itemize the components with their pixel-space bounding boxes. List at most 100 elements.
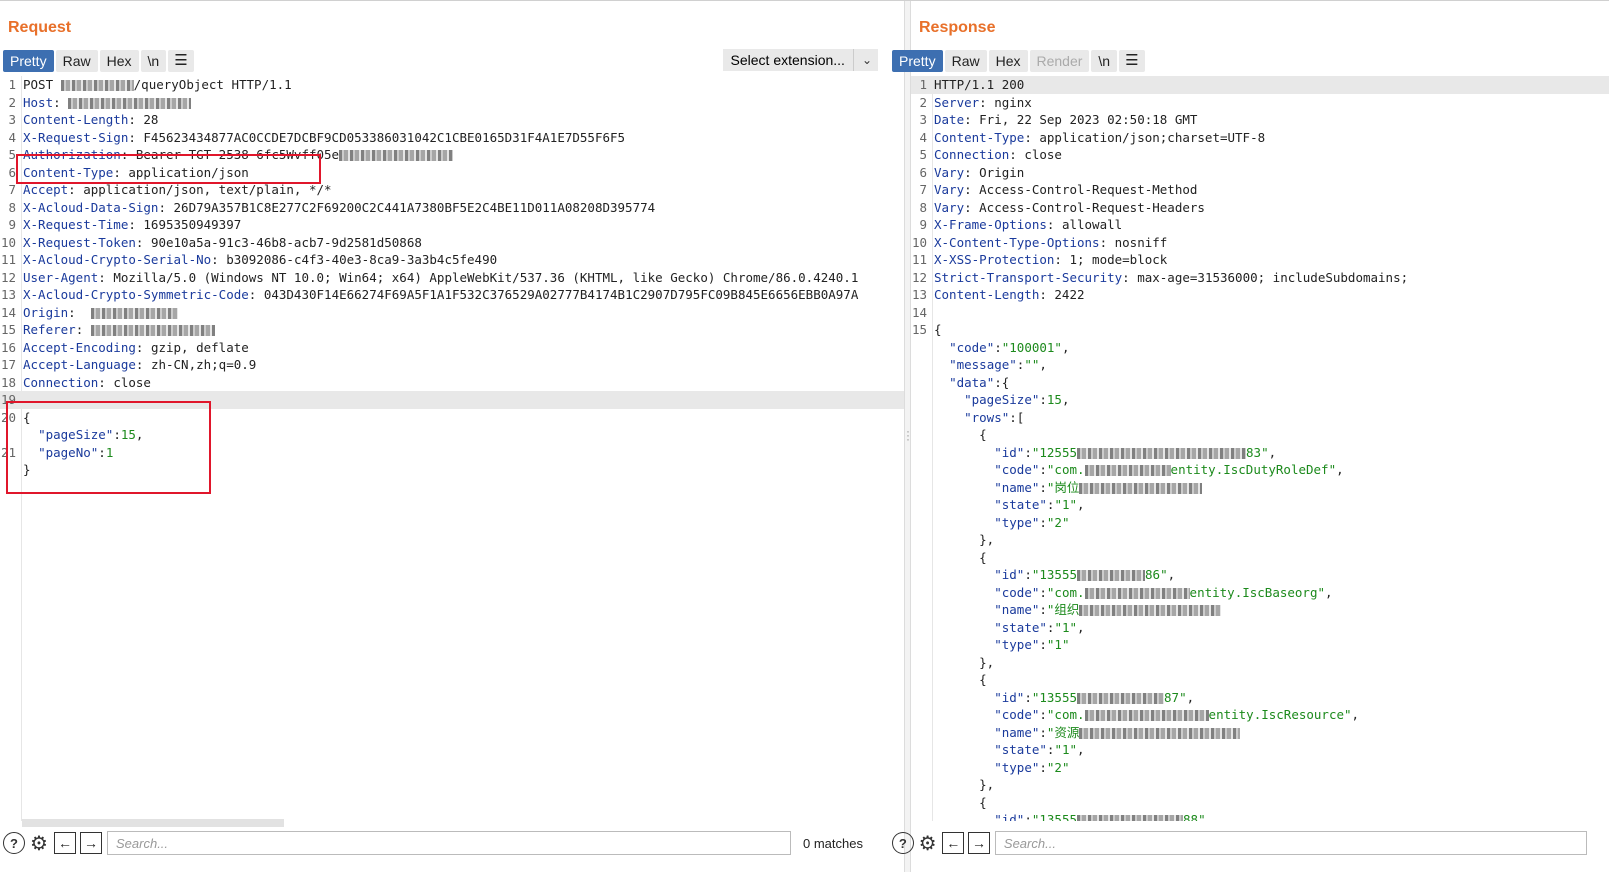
line-text: { xyxy=(934,321,942,339)
gear-icon[interactable]: ⚙ xyxy=(28,832,50,855)
code-text: , xyxy=(1351,707,1360,722)
chevron-down-icon: ⌄ xyxy=(852,49,872,71)
json-value: "com. xyxy=(1046,707,1085,722)
code-line: "code":"100001", xyxy=(911,339,1609,357)
code-line: "name":"岗位 xyxy=(911,479,1609,497)
code-line: }, xyxy=(911,531,1609,549)
line-text: Vary: Access-Control-Request-Method xyxy=(934,181,1197,199)
header-name: X-Acloud-Data-Sign xyxy=(23,199,159,215)
line-number: 10 xyxy=(0,234,16,250)
code-text: : xyxy=(1039,759,1047,775)
line-number: 6 xyxy=(919,164,927,180)
json-value: "12555 xyxy=(1031,444,1078,460)
line-text: "rows":[ xyxy=(934,409,1024,427)
code-line: "pageSize":15, xyxy=(911,391,1609,409)
line-text: Content-Type: application/json;charset=U… xyxy=(934,129,1265,147)
json-value: "com. xyxy=(1046,462,1085,477)
code-line: 15 { xyxy=(911,321,1609,339)
redacted-text xyxy=(1079,727,1241,739)
code-text: : nginx xyxy=(979,94,1032,110)
tab-hex[interactable]: Hex xyxy=(988,50,1028,72)
line-number: 9 xyxy=(919,217,927,232)
pane-splitter[interactable]: · · · xyxy=(904,1,911,872)
code-line: "code":"com. entity.IscResource", xyxy=(911,706,1609,724)
line-text: "state":"1", xyxy=(934,619,1084,637)
gear-icon[interactable]: ⚙ xyxy=(917,832,939,855)
line-number: 2 xyxy=(919,94,927,110)
code-line: 12 Strict-Transport-Security: max-age=315… xyxy=(911,269,1609,287)
json-value: "" xyxy=(1024,357,1040,372)
code-text: , xyxy=(1077,497,1085,512)
tab-pretty[interactable]: Pretty xyxy=(892,50,943,72)
code-text: , xyxy=(1325,584,1333,600)
tab-raw[interactable]: Raw xyxy=(55,50,98,72)
search-input[interactable]: Search... xyxy=(994,831,1588,855)
code-line: 7 Vary: Access-Control-Request-Method xyxy=(911,181,1609,199)
code-line: 5 Connection: close xyxy=(911,146,1609,164)
code-line: "id":"13555 88", xyxy=(911,811,1609,821)
code-text: : F45623434877AC0CCDE7DCBF9CD05338603104… xyxy=(128,129,626,145)
line-number: 7 xyxy=(8,182,16,197)
header-name: Content-Length xyxy=(23,112,129,127)
code-text: : Access-Control-Request-Headers xyxy=(964,199,1205,215)
tab-newline[interactable]: \n xyxy=(1091,50,1118,72)
tab-render[interactable]: Render xyxy=(1029,50,1090,72)
line-text: { xyxy=(934,671,987,689)
json-value: "1" xyxy=(1054,619,1078,635)
line-number: 8 xyxy=(8,199,16,215)
tab-hex[interactable]: Hex xyxy=(99,50,139,72)
json-value: "1" xyxy=(1054,742,1078,757)
help-icon[interactable]: ? xyxy=(3,832,25,854)
header-name: Connection xyxy=(934,147,1010,162)
code-line: { xyxy=(911,549,1609,567)
json-key: "name" xyxy=(994,724,1040,740)
horizontal-scrollbar[interactable] xyxy=(22,819,284,827)
line-text: POST /queryObject HTTP/1.1 xyxy=(23,76,292,94)
json-key: "state" xyxy=(994,742,1047,757)
line-text: X-XSS-Protection: 1; mode=block xyxy=(934,251,1167,269)
extension-select-label: Select extension... xyxy=(730,52,845,68)
menu-icon[interactable]: ☰ xyxy=(168,50,194,72)
code-line: 18 Connection: close xyxy=(0,374,904,392)
code-text: , xyxy=(1039,357,1047,372)
code-text: : Fri, 22 Sep 2023 02:50:18 GMT xyxy=(964,112,1198,127)
menu-icon[interactable]: ☰ xyxy=(1119,50,1145,72)
json-value: "1" xyxy=(1054,497,1078,512)
code-line: "state":"1", xyxy=(911,741,1609,759)
code-text: : 1; mode=block xyxy=(1054,252,1168,267)
tab-newline[interactable]: \n xyxy=(140,50,167,72)
code-line: { xyxy=(911,671,1609,689)
line-text: }, xyxy=(934,531,994,549)
tab-pretty[interactable]: Pretty xyxy=(3,50,54,72)
line-number: 7 xyxy=(919,182,927,197)
search-input[interactable]: Search... xyxy=(107,831,791,855)
line-number: 11 xyxy=(911,252,927,267)
line-number: 2 xyxy=(8,94,16,110)
arrow-left-icon[interactable]: ← xyxy=(942,832,965,854)
help-icon[interactable]: ? xyxy=(892,832,914,854)
splitter-handle-icon: · · · xyxy=(906,424,910,446)
arrow-right-icon[interactable]: → xyxy=(80,832,102,854)
header-name: Vary xyxy=(934,182,965,197)
code-text: : xyxy=(1024,689,1032,705)
json-key: "state" xyxy=(994,619,1047,635)
response-editor[interactable]: 1 HTTP/1.1 200 2 Server: nginx 3 Date: Fri, 2… xyxy=(911,76,1609,821)
match-count: 0 matches xyxy=(803,835,863,851)
extension-select[interactable]: Select extension... ⌄ xyxy=(722,49,878,71)
header-name: Host xyxy=(23,94,54,110)
response-search-bar: ? ⚙ ← → Search... xyxy=(889,830,1588,856)
arrow-right-icon[interactable]: → xyxy=(968,832,990,854)
tab-raw[interactable]: Raw xyxy=(944,50,987,72)
code-line: 3 Content-Length: 28 xyxy=(0,111,904,129)
redacted-text xyxy=(1077,447,1247,459)
json-key: "type" xyxy=(994,514,1040,530)
code-text: : xyxy=(1024,444,1032,460)
code-text: : 28 xyxy=(128,112,159,127)
arrow-left-icon[interactable]: ← xyxy=(54,832,76,854)
redacted-text xyxy=(1077,570,1146,581)
